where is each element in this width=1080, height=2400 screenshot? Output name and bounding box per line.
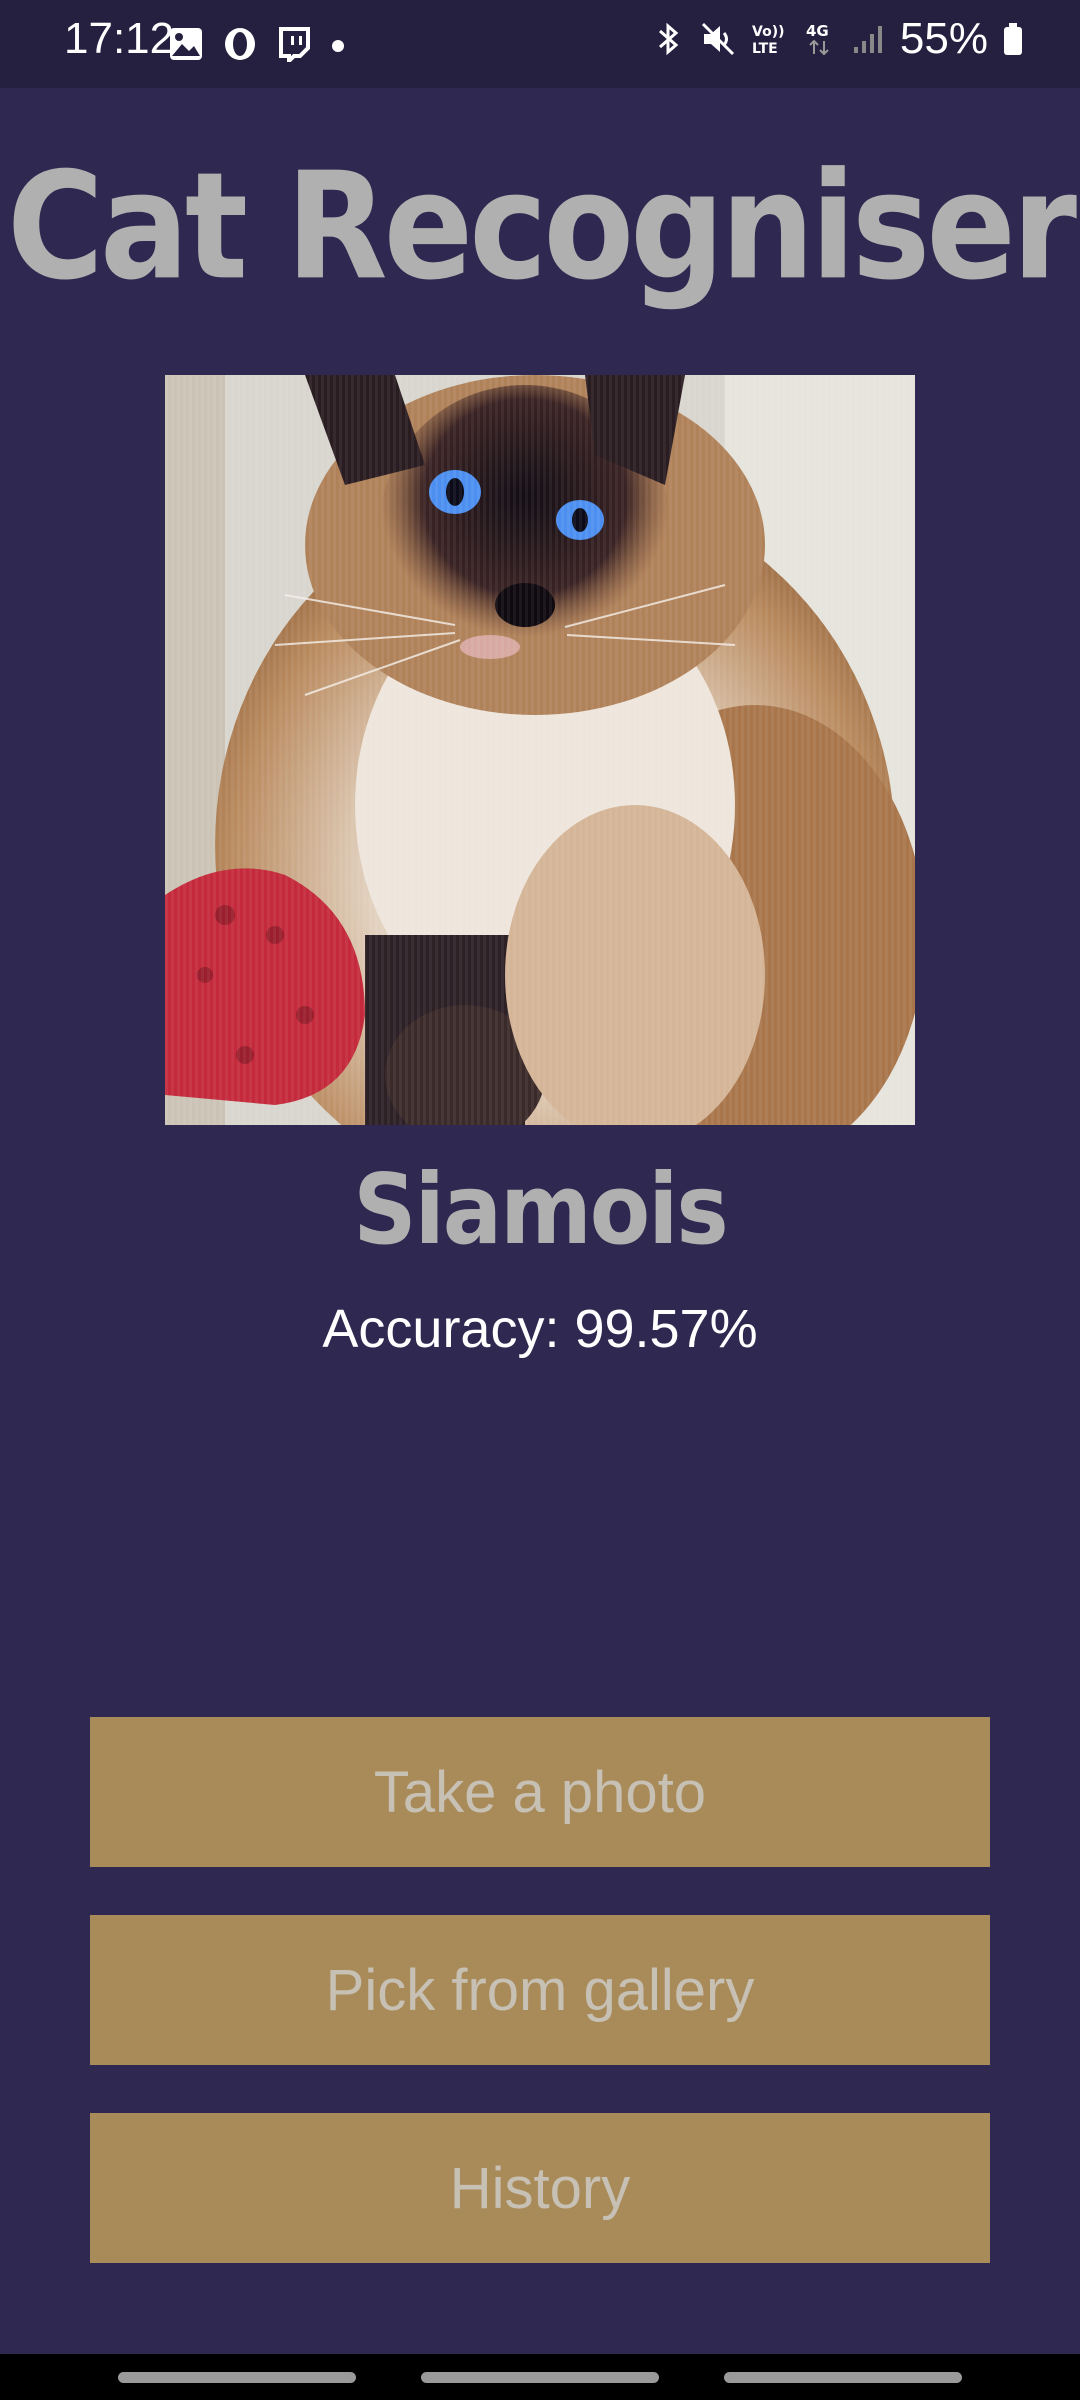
pick-from-gallery-button[interactable]: Pick from gallery: [90, 1915, 990, 2065]
nav-recents-handle[interactable]: [118, 2372, 356, 2383]
history-button[interactable]: History: [90, 2113, 990, 2263]
gallery-icon: [168, 26, 204, 62]
breed-name: Siamois: [353, 1152, 729, 1267]
system-icons: Vo)) LTE 4G 55%: [650, 14, 1024, 64]
nav-home-handle[interactable]: [421, 2372, 659, 2383]
status-time: 17:12: [64, 14, 175, 63]
navigation-bar: [0, 2354, 1080, 2400]
svg-text:LTE: LTE: [752, 41, 778, 57]
notification-icons: [168, 26, 346, 66]
cat-photo: [165, 375, 915, 1125]
svg-text:Vo)): Vo)): [752, 24, 784, 40]
accuracy-text: Accuracy: 99.57%: [322, 1299, 758, 1359]
mute-icon: [700, 21, 736, 57]
opera-icon: [222, 26, 258, 62]
svg-text:4G: 4G: [806, 22, 829, 40]
bluetooth-icon: [650, 21, 686, 57]
dot-icon: [330, 26, 346, 62]
volte-icon: Vo)) LTE: [750, 21, 790, 57]
signal-icon: [850, 21, 886, 57]
take-photo-button[interactable]: Take a photo: [90, 1717, 990, 1867]
status-bar: 17:12 Vo)) LTE 4G 55%: [0, 0, 1080, 88]
battery-percent: 55%: [899, 14, 988, 63]
battery-icon: [1002, 21, 1024, 57]
4g-icon: 4G: [804, 21, 836, 57]
app-title: Cat Recogniser: [7, 140, 1077, 314]
nav-back-handle[interactable]: [724, 2372, 962, 2383]
twitch-icon: [276, 26, 312, 66]
